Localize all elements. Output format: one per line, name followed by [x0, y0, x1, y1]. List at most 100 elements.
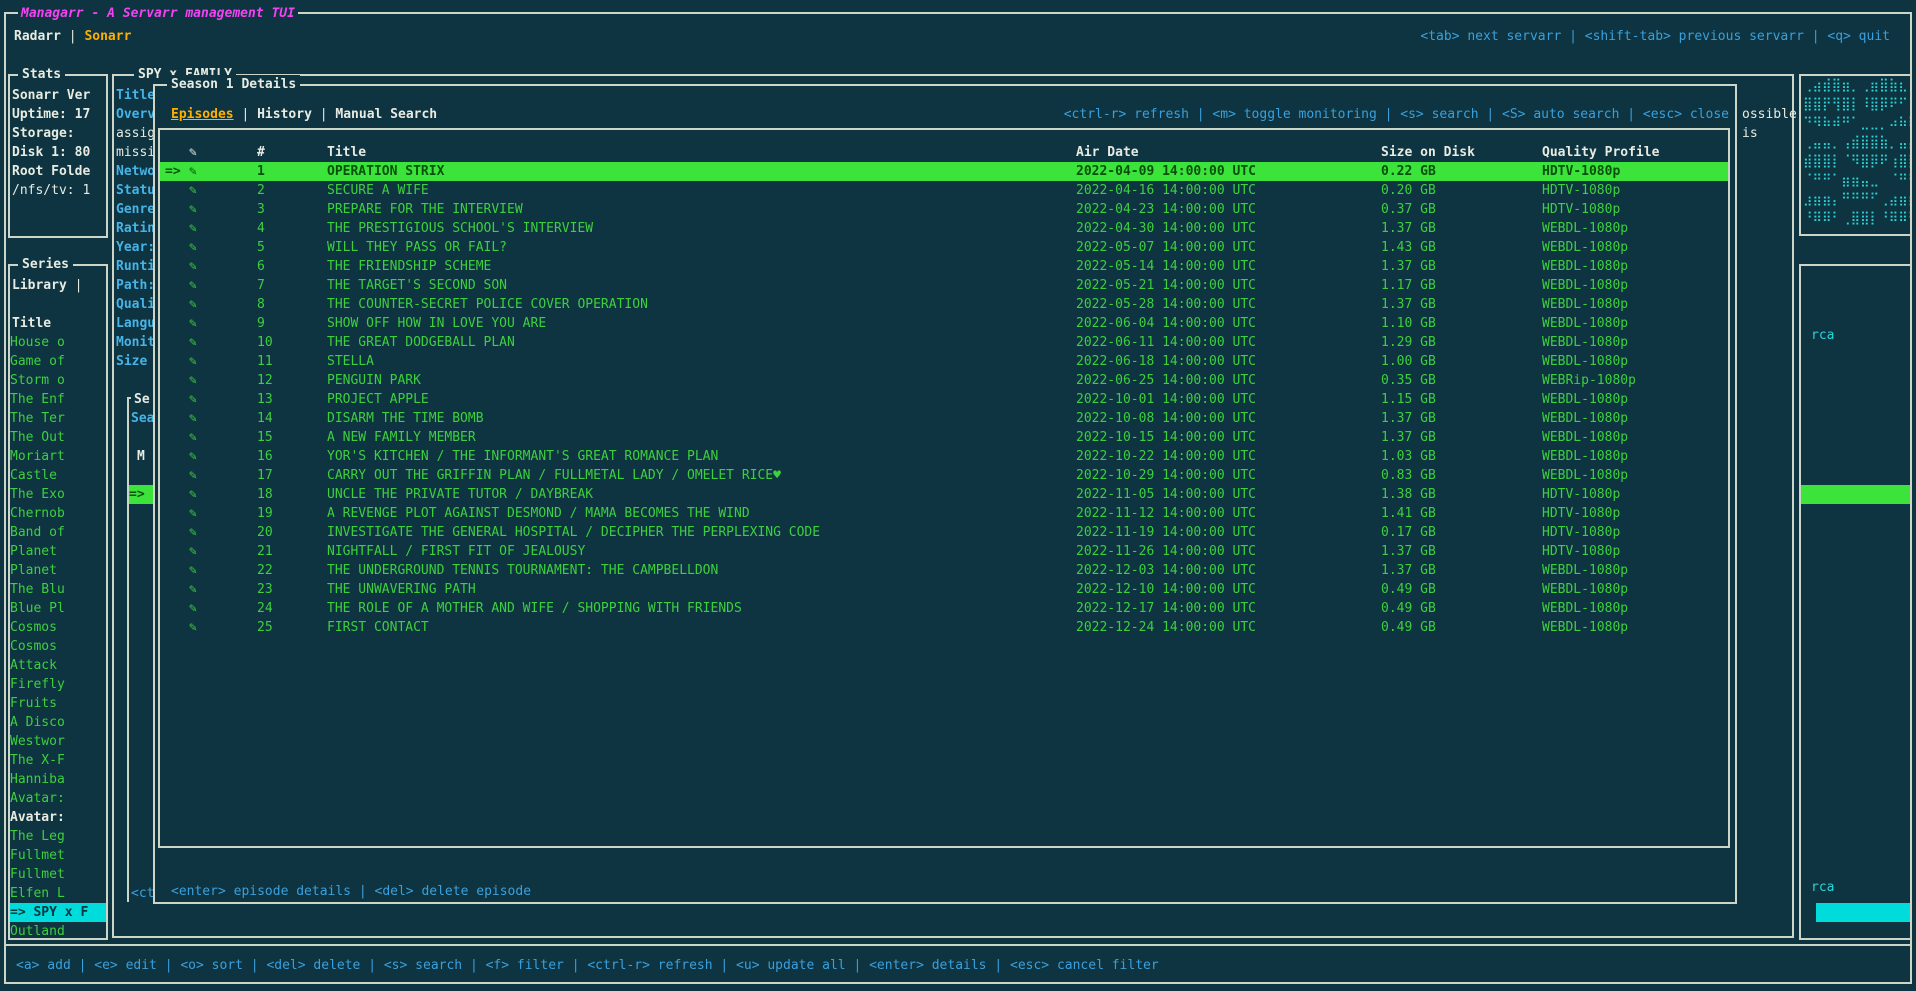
- tab-separator: |: [61, 29, 84, 44]
- episode-title: A NEW FAMILY MEMBER: [327, 428, 476, 447]
- series-item[interactable]: The Leg: [10, 827, 106, 846]
- episode-row[interactable]: ✎7THE TARGET'S SECOND SON2022-05-21 14:0…: [160, 276, 1728, 295]
- episode-row[interactable]: =>✎1OPERATION STRIX2022-04-09 14:00:00 U…: [160, 162, 1728, 181]
- series-item[interactable]: Fullmet: [10, 846, 106, 865]
- episode-air-date: 2022-12-03 14:00:00 UTC: [1076, 561, 1256, 580]
- tab-sonarr[interactable]: Sonarr: [84, 29, 131, 44]
- series-item[interactable]: Outland: [10, 922, 106, 941]
- episode-air-date: 2022-04-23 14:00:00 UTC: [1076, 200, 1256, 219]
- episode-title: SECURE A WIFE: [327, 181, 429, 200]
- episode-row[interactable]: ✎24THE ROLE OF A MOTHER AND WIFE / SHOPP…: [160, 599, 1728, 618]
- episode-row[interactable]: ✎16YOR'S KITCHEN / THE INFORMANT'S GREAT…: [160, 447, 1728, 466]
- series-item[interactable]: Attack: [10, 656, 106, 675]
- stats-line: Uptime: 17: [12, 105, 105, 124]
- series-item[interactable]: The Exo: [10, 485, 106, 504]
- series-item[interactable]: The Ter: [10, 409, 106, 428]
- selected-season-row-fragment[interactable]: =>: [129, 485, 153, 504]
- stats-line: Disk 1: 80: [12, 143, 105, 162]
- episode-row[interactable]: ✎17CARRY OUT THE GRIFFIN PLAN / FULLMETA…: [160, 466, 1728, 485]
- monitored-pencil-icon: ✎: [189, 276, 197, 295]
- series-item[interactable]: Cosmos: [10, 637, 106, 656]
- series-item[interactable]: Storm o: [10, 371, 106, 390]
- column-size-on-disk: Size on Disk: [1381, 143, 1475, 162]
- episode-air-date: 2022-12-17 14:00:00 UTC: [1076, 599, 1256, 618]
- tab-episodes[interactable]: Episodes: [171, 107, 234, 122]
- series-detail-field: Overv: [116, 105, 153, 124]
- episode-number: 8: [257, 295, 265, 314]
- series-item[interactable]: Planet: [10, 561, 106, 580]
- stats-line: /nfs/tv: 1: [12, 181, 105, 200]
- series-item[interactable]: Firefly: [10, 675, 106, 694]
- series-item[interactable]: Avatar:: [10, 789, 106, 808]
- series-item[interactable]: Moriart: [10, 447, 106, 466]
- episode-number: 20: [257, 523, 273, 542]
- episode-number: 21: [257, 542, 273, 561]
- series-item[interactable]: Fruits: [10, 694, 106, 713]
- episode-row[interactable]: ✎20INVESTIGATE THE GENERAL HOSPITAL / DE…: [160, 523, 1728, 542]
- monitored-pencil-icon: ✎: [189, 352, 197, 371]
- series-item[interactable]: Blue Pl: [10, 599, 106, 618]
- series-tab-library[interactable]: Library |: [12, 276, 82, 295]
- episode-row[interactable]: ✎15A NEW FAMILY MEMBER2022-10-15 14:00:0…: [160, 428, 1728, 447]
- series-item[interactable]: A Disco: [10, 713, 106, 732]
- episode-row[interactable]: ✎11STELLA2022-06-18 14:00:00 UTC1.00 GBW…: [160, 352, 1728, 371]
- episode-air-date: 2022-12-10 14:00:00 UTC: [1076, 580, 1256, 599]
- episode-number: 1: [257, 162, 265, 181]
- series-item[interactable]: House o: [10, 333, 106, 352]
- episode-title: THE GREAT DODGEBALL PLAN: [327, 333, 515, 352]
- episode-row[interactable]: ✎25FIRST CONTACT2022-12-24 14:00:00 UTC0…: [160, 618, 1728, 637]
- episode-row[interactable]: ✎8THE COUNTER-SECRET POLICE COVER OPERAT…: [160, 295, 1728, 314]
- series-item[interactable]: Castle: [10, 466, 106, 485]
- episode-row[interactable]: ✎23THE UNWAVERING PATH2022-12-10 14:00:0…: [160, 580, 1728, 599]
- episode-row[interactable]: ✎4THE PRESTIGIOUS SCHOOL'S INTERVIEW2022…: [160, 219, 1728, 238]
- episode-size-on-disk: 1.43 GB: [1381, 238, 1436, 257]
- episode-number: 19: [257, 504, 273, 523]
- series-item[interactable]: The X-F: [10, 751, 106, 770]
- episode-row[interactable]: ✎22THE UNDERGROUND TENNIS TOURNAMENT: TH…: [160, 561, 1728, 580]
- episode-row[interactable]: ✎9SHOW OFF HOW IN LOVE YOU ARE2022-06-04…: [160, 314, 1728, 333]
- episode-row[interactable]: ✎14DISARM THE TIME BOMB2022-10-08 14:00:…: [160, 409, 1728, 428]
- episode-row[interactable]: ✎5WILL THEY PASS OR FAIL?2022-05-07 14:0…: [160, 238, 1728, 257]
- episode-quality-profile: WEBDL-1080p: [1542, 276, 1628, 295]
- episode-air-date: 2022-10-29 14:00:00 UTC: [1076, 466, 1256, 485]
- episode-air-date: 2022-04-09 14:00:00 UTC: [1076, 162, 1256, 181]
- episode-title: PROJECT APPLE: [327, 390, 429, 409]
- series-item[interactable]: Fullmet: [10, 865, 106, 884]
- series-detail-field: Quali: [116, 295, 153, 314]
- series-item[interactable]: Hanniba: [10, 770, 106, 789]
- series-item[interactable]: The Enf: [10, 390, 106, 409]
- series-item[interactable]: Elfen L: [10, 884, 106, 903]
- series-item[interactable]: Band of: [10, 523, 106, 542]
- episode-row[interactable]: ✎6THE FRIENDSHIP SCHEME2022-05-14 14:00:…: [160, 257, 1728, 276]
- episode-size-on-disk: 1.00 GB: [1381, 352, 1436, 371]
- series-detail-field: Runti: [116, 257, 153, 276]
- series-item[interactable]: Cosmos: [10, 618, 106, 637]
- poster-art-line: ⣿⣿⡟⢻⣿⡇⠸⣿⡿⠟⠋⢠⣿: [1803, 95, 1910, 114]
- series-item[interactable]: => SPY x F: [10, 903, 106, 922]
- episode-number: 18: [257, 485, 273, 504]
- episode-number: 16: [257, 447, 273, 466]
- episode-row[interactable]: ✎12PENGUIN PARK2022-06-25 14:00:00 UTC0.…: [160, 371, 1728, 390]
- series-item[interactable]: Game of: [10, 352, 106, 371]
- episode-air-date: 2022-05-21 14:00:00 UTC: [1076, 276, 1256, 295]
- episode-row[interactable]: ✎2SECURE A WIFE2022-04-16 14:00:00 UTC0.…: [160, 181, 1728, 200]
- series-item[interactable]: Westwor: [10, 732, 106, 751]
- series-item[interactable]: Avatar:: [10, 808, 106, 827]
- episode-row[interactable]: ✎18UNCLE THE PRIVATE TUTOR / DAYBREAK202…: [160, 485, 1728, 504]
- episode-row[interactable]: ✎13PROJECT APPLE2022-10-01 14:00:00 UTC1…: [160, 390, 1728, 409]
- episode-row[interactable]: ✎19A REVENGE PLOT AGAINST DESMOND / MAMA…: [160, 504, 1728, 523]
- series-item[interactable]: The Blu: [10, 580, 106, 599]
- series-item[interactable]: The Out: [10, 428, 106, 447]
- series-item[interactable]: Chernob: [10, 504, 106, 523]
- tab-radarr[interactable]: Radarr: [14, 29, 61, 44]
- series-item[interactable]: Planet: [10, 542, 106, 561]
- episode-air-date: 2022-11-05 14:00:00 UTC: [1076, 485, 1256, 504]
- episode-row[interactable]: ✎3PREPARE FOR THE INTERVIEW2022-04-23 14…: [160, 200, 1728, 219]
- episode-quality-profile: WEBRip-1080p: [1542, 371, 1636, 390]
- tab-manual-search[interactable]: Manual Search: [335, 107, 437, 122]
- episode-title: STELLA: [327, 352, 374, 371]
- episode-row[interactable]: ✎21NIGHTFALL / FIRST FIT OF JEALOUSY2022…: [160, 542, 1728, 561]
- episode-title: SHOW OFF HOW IN LOVE YOU ARE: [327, 314, 546, 333]
- tab-history[interactable]: History: [257, 107, 312, 122]
- episode-row[interactable]: ✎10THE GREAT DODGEBALL PLAN2022-06-11 14…: [160, 333, 1728, 352]
